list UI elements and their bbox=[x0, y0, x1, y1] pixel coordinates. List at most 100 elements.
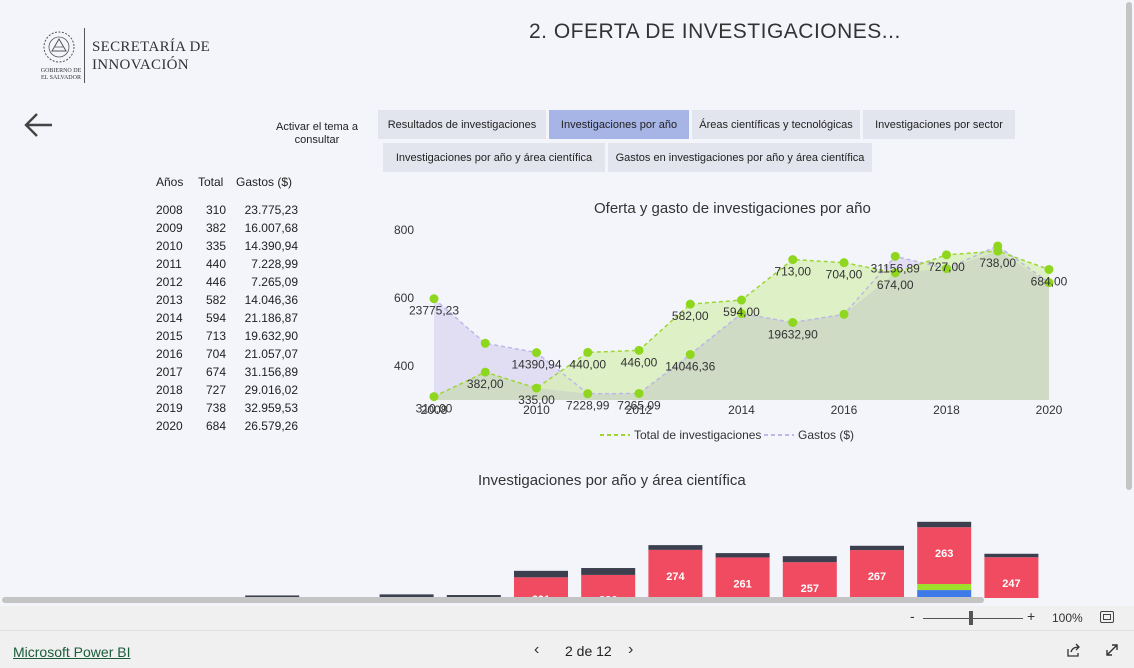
table-cell-total: 738 bbox=[205, 401, 226, 415]
tab-investigaciones-por-sector[interactable]: Investigaciones por sector bbox=[863, 110, 1015, 139]
bar-stack: 101257 bbox=[782, 556, 837, 598]
gastos-point bbox=[839, 309, 849, 319]
bar-stack: 92247 bbox=[984, 553, 1039, 598]
gastos-point bbox=[429, 294, 439, 304]
tab-label: Gastos en investigaciones por año y área… bbox=[615, 151, 865, 164]
total-point bbox=[685, 299, 695, 309]
bar-segment-dark bbox=[850, 545, 904, 551]
tab-investigaciones-por-anio-y-area[interactable]: Investigaciones por año y área científic… bbox=[383, 143, 605, 172]
bar-chart-title: Investigaciones por año y área científic… bbox=[478, 472, 746, 489]
table-cell-total: 684 bbox=[205, 419, 226, 433]
horizontal-scrollbar[interactable] bbox=[0, 596, 1122, 604]
table-cell-total: 594 bbox=[205, 311, 226, 325]
arrow-left-icon[interactable] bbox=[22, 108, 56, 142]
activar-label: Activar el tema a consultar bbox=[276, 121, 358, 146]
table-cell-total: 727 bbox=[205, 383, 226, 397]
total-point bbox=[480, 367, 490, 377]
tab-investigaciones-por-anio[interactable]: Investigaciones por año bbox=[549, 110, 689, 139]
gastos-point bbox=[480, 338, 490, 348]
gastos-data-label: 19632,90 bbox=[768, 327, 818, 341]
table-header-cell: Total bbox=[198, 175, 224, 189]
x-tick-label: 2008 bbox=[421, 403, 448, 417]
table-cell-gastos: 21.186,87 bbox=[244, 311, 298, 325]
x-tick-label: 2010 bbox=[523, 403, 550, 417]
bar-stack: 147274 bbox=[648, 545, 703, 598]
total-data-label: 382,00 bbox=[467, 377, 504, 391]
bar-segment-dark bbox=[984, 553, 1039, 558]
table-cell-total: 674 bbox=[205, 365, 226, 379]
total-data-label: 446,00 bbox=[621, 355, 658, 369]
total-point bbox=[942, 250, 951, 260]
legend-label-total: Total de investigaciones bbox=[634, 428, 761, 442]
share-icon[interactable] bbox=[1066, 642, 1082, 658]
table-header-cell: Años bbox=[156, 175, 184, 189]
table-cell-total: 446 bbox=[205, 275, 226, 289]
table-header-cell: Gastos ($) bbox=[236, 175, 293, 189]
bar-label-red: 267 bbox=[868, 571, 886, 583]
total-data-label: 684,00 bbox=[1031, 274, 1068, 288]
horizontal-scrollbar-thumb[interactable] bbox=[2, 597, 984, 603]
table-cell-gastos: 7.228,99 bbox=[251, 257, 298, 271]
bar-label-red: 263 bbox=[935, 548, 953, 560]
zoom-percent: 100% bbox=[1052, 611, 1083, 625]
report-canvas: GOBIERNO DE EL SALVADOR SECRETARÍA DE IN… bbox=[0, 0, 1122, 598]
tab-resultados-investigaciones[interactable]: Resultados de investigaciones bbox=[378, 110, 546, 139]
legend-label-gastos: Gastos ($) bbox=[798, 428, 854, 442]
bar-label-red: 274 bbox=[666, 571, 685, 583]
gastos-point bbox=[583, 389, 593, 399]
tab-label: Resultados de investigaciones bbox=[387, 118, 537, 131]
total-point bbox=[839, 258, 849, 268]
previous-page-button[interactable]: ‹ bbox=[534, 641, 539, 659]
seal-icon bbox=[43, 31, 75, 63]
table-cell-total: 335 bbox=[205, 239, 226, 253]
vertical-scrollbar-thumb[interactable] bbox=[1126, 2, 1132, 490]
zoom-slider-track[interactable] bbox=[923, 618, 1023, 619]
bar-stack: 131267 bbox=[850, 545, 904, 598]
zoom-bar: - + 100% bbox=[0, 606, 1134, 630]
tab-gastos-por-anio-y-area[interactable]: Gastos en investigaciones por año y área… bbox=[608, 143, 872, 172]
x-tick-label: 2018 bbox=[933, 403, 960, 417]
gastos-point bbox=[532, 348, 541, 358]
total-point bbox=[532, 383, 541, 393]
bar-segment-dark bbox=[581, 568, 636, 575]
gastos-data-label: 14046,36 bbox=[665, 360, 715, 374]
org-name-line-1: SECRETARÍA DE bbox=[92, 39, 211, 55]
table-cell-gastos: 21.057,07 bbox=[244, 347, 298, 361]
chart-legend: Total de investigaciones Gastos ($) bbox=[600, 428, 854, 442]
total-data-label: 704,00 bbox=[826, 268, 863, 282]
gastos-data-label: 23775,23 bbox=[409, 304, 459, 318]
org-name: SECRETARÍA DE INNOVACIÓN bbox=[92, 38, 210, 74]
fullscreen-icon[interactable] bbox=[1104, 642, 1120, 658]
table-cell-total: 440 bbox=[205, 257, 226, 271]
table-cell-gastos: 23.775,23 bbox=[244, 203, 298, 217]
tab-label: Investigaciones por año y área científic… bbox=[395, 151, 593, 164]
table-cell-gastos: 26.579,26 bbox=[244, 419, 298, 433]
tab-areas-cientificas[interactable]: Áreas científicas y tecnológicas bbox=[692, 110, 860, 139]
bar-label-red: 247 bbox=[1002, 578, 1020, 590]
table-cell-gastos: 31.156,89 bbox=[244, 365, 298, 379]
logo-gov-text: GOBIERNO DE EL SALVADOR bbox=[40, 68, 82, 81]
total-point bbox=[583, 347, 593, 357]
y-tick-label: 400 bbox=[394, 359, 414, 373]
total-point bbox=[634, 345, 644, 355]
tab-label: Áreas científicas y tecnológicas bbox=[699, 118, 853, 131]
zoom-out-button[interactable]: - bbox=[910, 608, 915, 624]
table-cell-total: 713 bbox=[205, 329, 226, 343]
next-page-button[interactable]: › bbox=[628, 641, 633, 659]
logo: GOBIERNO DE EL SALVADOR SECRETARÍA DE IN… bbox=[38, 28, 228, 88]
x-tick-label: 2020 bbox=[1036, 403, 1063, 417]
zoom-in-button[interactable]: + bbox=[1027, 608, 1035, 624]
total-data-label: 594,00 bbox=[723, 305, 760, 319]
total-data-label: 674,00 bbox=[877, 278, 914, 292]
vertical-scrollbar[interactable] bbox=[1122, 0, 1134, 598]
zoom-slider-thumb[interactable] bbox=[969, 611, 973, 625]
line-chart-title: Oferta y gasto de investigaciones por añ… bbox=[594, 200, 871, 217]
footer: Microsoft Power BI ‹ 2 de 12 › bbox=[0, 630, 1134, 668]
power-bi-link[interactable]: Microsoft Power BI bbox=[13, 644, 130, 660]
fit-to-page-icon[interactable] bbox=[1100, 611, 1114, 623]
gastos-point bbox=[890, 251, 900, 261]
bar-segment-dark bbox=[917, 521, 972, 528]
page-title: 2. OFERTA DE INVESTIGACIONES... bbox=[529, 20, 901, 43]
gastos-point bbox=[634, 388, 644, 398]
gastos-data-label: 7228,99 bbox=[566, 399, 610, 413]
